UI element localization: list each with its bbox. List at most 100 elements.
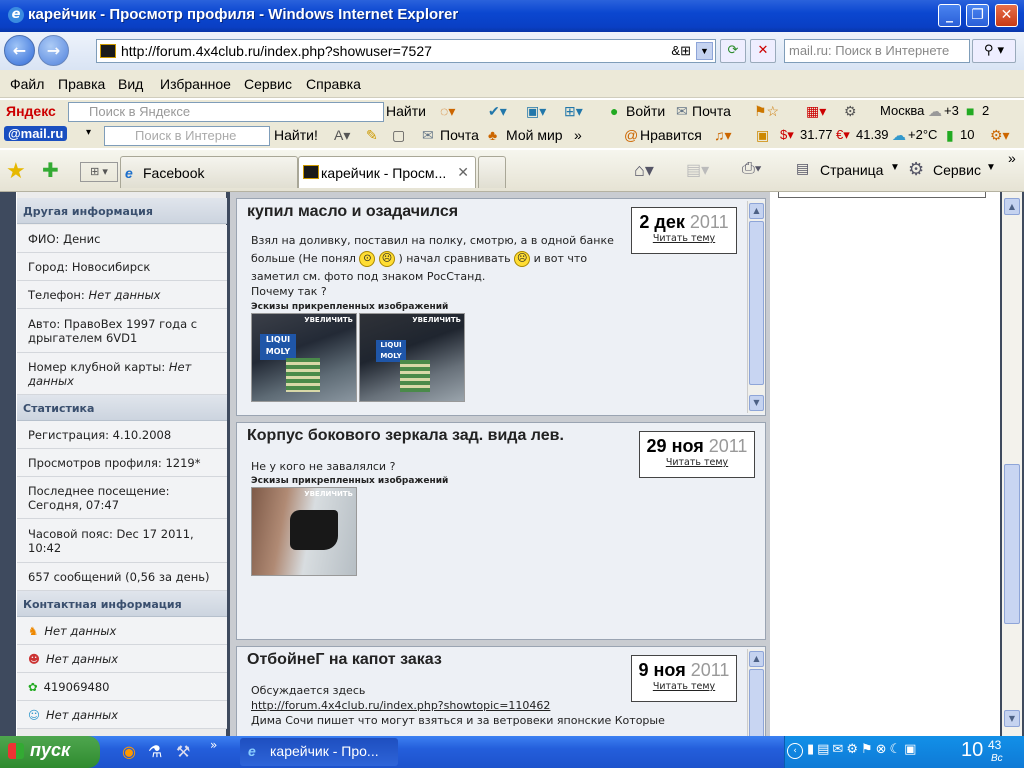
like-button[interactable]: Нравится [640, 127, 702, 143]
menu-bar: Файл Правка Вид Избранное Сервис Справка [0, 70, 1024, 98]
translate-icon[interactable]: ▣▾ [526, 103, 546, 120]
quicklaunch-app-icon[interactable]: ⚗ [148, 742, 162, 761]
quick-tabs-icon[interactable]: ⊞ ▾ [80, 162, 118, 182]
more-chevron-icon[interactable]: » [574, 127, 582, 143]
read-topic-link[interactable]: Читать тему [640, 457, 754, 468]
tab-close-icon[interactable]: ✕ [457, 164, 469, 181]
aim-icon: ♞ [28, 623, 39, 638]
yandex-search-input[interactable]: Поиск в Яндексе [68, 102, 384, 122]
page-menu-button[interactable]: Страница [820, 162, 883, 178]
zoom-label[interactable]: УВЕЛИЧИТЬ [304, 490, 353, 498]
font-size-icon[interactable]: A▾ [334, 127, 350, 144]
tray-expand-icon[interactable]: ‹ [787, 743, 803, 759]
music-icon[interactable]: ♫▾ [714, 127, 732, 144]
tools-menu-button[interactable]: Сервис [933, 162, 981, 178]
yandex-mail-button[interactable]: Почта [692, 103, 731, 119]
back-button[interactable]: ← [4, 35, 35, 66]
clock-day[interactable]: Вс [991, 753, 1003, 764]
scroll-up-icon[interactable]: ▲ [749, 203, 764, 219]
myworld-button[interactable]: Мой мир [506, 127, 563, 143]
print-icon[interactable]: ⎙▾ [742, 160, 762, 178]
compat-icon[interactable]: &⊞ [671, 40, 691, 62]
yandex-login-button[interactable]: Войти [626, 103, 665, 119]
oil-can-logo: LIQUI MOLY [260, 334, 296, 360]
mailru-mail-button[interactable]: Почта [440, 127, 479, 143]
menu-help[interactable]: Справка [306, 76, 361, 92]
mailru-logo[interactable]: @mail.ru [4, 126, 68, 141]
yandex-logo[interactable]: Яндекс [6, 103, 56, 119]
refresh-button[interactable]: ⟳ [720, 39, 746, 63]
new-tab-button[interactable] [478, 156, 506, 188]
start-button[interactable]: пуск [0, 736, 100, 768]
menu-file[interactable]: Файл [10, 76, 44, 92]
post-title[interactable]: Корпус бокового зеркала зад. вида лев. [247, 427, 564, 445]
read-topic-link[interactable]: Читать тему [632, 233, 736, 244]
weather-city[interactable]: Москва [880, 103, 924, 118]
settings-gear-icon[interactable]: ⚙ [844, 103, 857, 120]
forward-button[interactable]: → [38, 35, 69, 66]
mailru-find-button[interactable]: Найти! [274, 127, 318, 143]
post-card: Корпус бокового зеркала зад. вида лев. 2… [236, 422, 766, 640]
tools-dropdown-icon[interactable]: ▼ [986, 162, 996, 173]
home-icon[interactable]: ⌂▾ [634, 160, 654, 181]
menu-tools[interactable]: Сервис [244, 76, 292, 92]
page-scroll-thumb[interactable] [1004, 464, 1020, 624]
page-scroll-down-icon[interactable]: ▼ [1004, 710, 1020, 727]
tab-facebook[interactable]: e Facebook [120, 156, 298, 188]
minimize-button[interactable]: _ [938, 4, 961, 27]
post-scrollbar[interactable]: ▲ ▼ [747, 201, 765, 413]
attachment-thumbnail-2[interactable]: УВЕЛИЧИТЬ LIQUI MOLY [359, 313, 465, 402]
clock-minute[interactable]: 43 [988, 738, 1001, 752]
post-card: ОтбойнеГ на капот заказ 9 ноя 2011 Читат… [236, 646, 766, 742]
address-dropdown-icon[interactable]: ▼ [696, 42, 713, 60]
maximize-button[interactable]: ❐ [966, 4, 989, 27]
topic-link[interactable]: http://forum.4x4club.ru/index.php?showto… [251, 698, 550, 713]
mailru-menu-icon[interactable]: ▾ [86, 127, 91, 138]
extras-icon[interactable]: ⚙▾ [990, 127, 1010, 144]
search-input[interactable]: mail.ru: Поиск в Интернете [784, 39, 970, 63]
taskbar-ie-task[interactable]: e карейчик - Про... [240, 738, 398, 766]
mailru-search-input[interactable]: Поиск в Интерне [104, 126, 270, 146]
clock-hour[interactable]: 10 [961, 739, 983, 762]
tab-profile[interactable]: карейчик - Просм... ✕ [298, 156, 476, 188]
attachment-thumbnail[interactable]: УВЕЛИЧИТЬ [251, 487, 357, 576]
quicklaunch-tool-icon[interactable]: ⚒ [176, 742, 190, 761]
stop-button[interactable]: ✕ [750, 39, 776, 63]
page-dropdown-icon[interactable]: ▼ [890, 162, 900, 173]
close-button[interactable]: ✕ [995, 4, 1018, 27]
yandex-find-button[interactable]: Найти [386, 103, 426, 119]
scroll-thumb[interactable] [749, 221, 764, 385]
post-title[interactable]: купил масло и озадачился [247, 203, 458, 221]
apps-icon[interactable]: ▦▾ [806, 103, 826, 120]
scroll-thumb[interactable] [749, 669, 764, 739]
menu-view[interactable]: Вид [118, 76, 143, 92]
highlight-icon[interactable]: ✎ [366, 127, 378, 144]
menu-edit[interactable]: Правка [58, 76, 105, 92]
page-scroll-up-icon[interactable]: ▲ [1004, 198, 1020, 215]
quicklaunch-more-icon[interactable]: » [210, 738, 217, 752]
favorites-star-icon[interactable]: ★ [6, 158, 26, 184]
speech-icon[interactable]: ◌▾ [440, 103, 455, 120]
address-input[interactable]: http://forum.4x4club.ru/index.php?showus… [96, 39, 716, 63]
zoom-label-2[interactable]: УВЕЛИЧИТЬ [412, 316, 461, 324]
feeds-icon[interactable]: ▤▾ [686, 160, 709, 180]
spellcheck-icon[interactable]: ✔▾ [488, 103, 507, 120]
games-icon[interactable]: ▣ [756, 127, 769, 144]
quicklaunch-browser-icon[interactable]: ◉ [122, 742, 136, 761]
bookmark-icon[interactable]: ⚑☆ [754, 103, 779, 120]
add-favorites-icon[interactable]: ✚ [42, 158, 59, 183]
page-scrollbar[interactable]: ▲ ▼ [1002, 192, 1022, 736]
read-topic-link[interactable]: Читать тему [632, 681, 736, 692]
copy-icon[interactable]: ▢ [392, 127, 405, 144]
cmd-more-icon[interactable]: » [1008, 150, 1016, 166]
tray-icons[interactable]: ▮▤✉⚙⚑⊗☾▣ [807, 742, 919, 757]
scroll-up-icon[interactable]: ▲ [749, 651, 764, 667]
menu-favorites[interactable]: Избранное [160, 76, 231, 92]
zoom-label[interactable]: УВЕЛИЧИТЬ [304, 316, 353, 324]
attachment-thumbnail[interactable]: УВЕЛИЧИТЬ LIQUI MOLY [251, 313, 357, 402]
post-title[interactable]: ОтбойнеГ на капот заказ [247, 651, 442, 669]
share-icon[interactable]: ⊞▾ [564, 103, 583, 120]
search-go-icon[interactable]: ⚲ ▾ [972, 39, 1016, 63]
post-scrollbar[interactable]: ▲ [747, 649, 765, 741]
scroll-down-icon[interactable]: ▼ [749, 395, 764, 411]
